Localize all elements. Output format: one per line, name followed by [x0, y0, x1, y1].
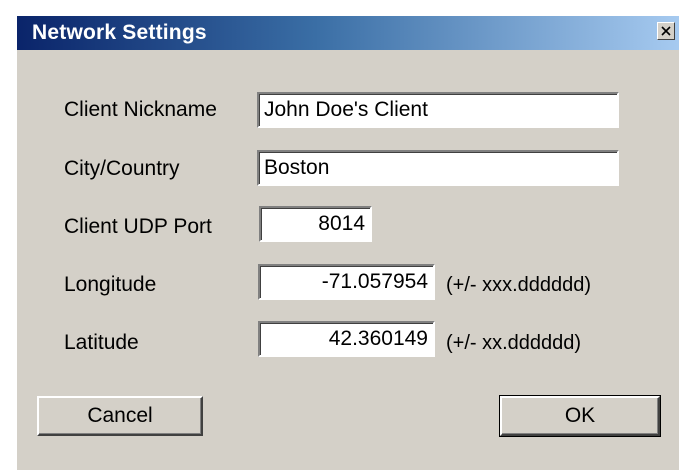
close-button[interactable] — [657, 22, 675, 40]
city-country-input[interactable] — [257, 150, 619, 186]
dialog-title: Network Settings — [32, 21, 207, 44]
ok-button[interactable]: OK — [499, 395, 661, 437]
city-country-label: City/Country — [64, 157, 180, 180]
dialog-body: Client Nickname City/Country Client UDP … — [17, 50, 679, 470]
nickname-input[interactable] — [257, 92, 619, 128]
cancel-button[interactable]: Cancel — [37, 396, 203, 436]
longitude-format-hint: (+/- xxx.dddddd) — [446, 274, 592, 296]
title-bar[interactable]: Network Settings — [17, 16, 679, 50]
longitude-input[interactable] — [258, 264, 435, 300]
longitude-label: Longitude — [64, 273, 157, 296]
latitude-input[interactable] — [258, 321, 435, 357]
latitude-format-hint: (+/- xx.dddddd) — [446, 332, 582, 354]
udp-port-input[interactable] — [259, 206, 372, 242]
network-settings-dialog: Network Settings Client Nickname City/Co… — [0, 0, 679, 470]
nickname-label: Client Nickname — [64, 98, 217, 121]
udp-port-label: Client UDP Port — [64, 215, 212, 238]
close-icon — [661, 26, 671, 36]
latitude-label: Latitude — [64, 331, 139, 354]
